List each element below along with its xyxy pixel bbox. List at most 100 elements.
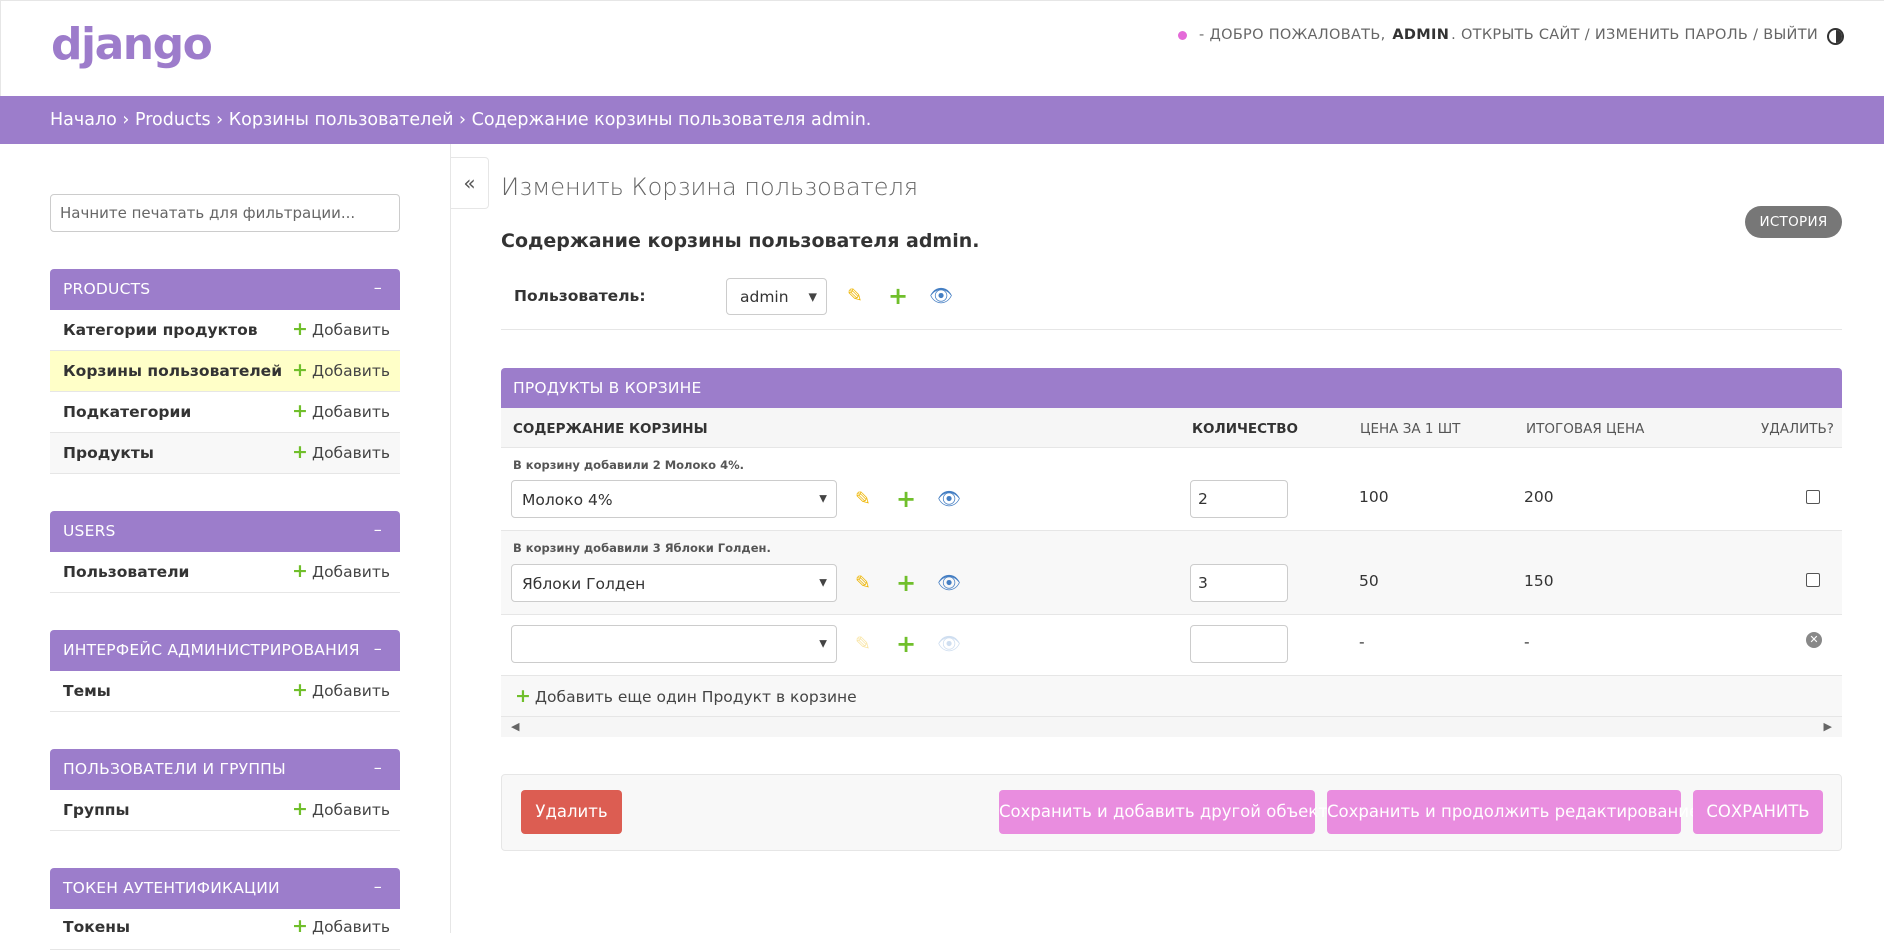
remove-row-icon[interactable]: ✕	[1806, 632, 1822, 648]
eye-icon[interactable]: 👁	[937, 487, 961, 511]
username: ADMIN	[1392, 27, 1450, 43]
module-caption-label: ТОКЕН АУТЕНТИФИКАЦИИ	[63, 879, 280, 897]
column-header: СОДЕРЖАНИЕ КОРЗИНЫ	[513, 421, 708, 437]
breadcrumb-model[interactable]: Корзины пользователей	[229, 110, 454, 130]
product-select[interactable]: ▼	[511, 625, 837, 663]
add-label: Добавить	[311, 682, 390, 700]
chevron-down-icon: ▼	[819, 577, 827, 589]
sidebar-item-label[interactable]: Пользователи	[63, 563, 189, 581]
add-link[interactable]: + Добавить	[292, 320, 390, 340]
breadcrumb-app[interactable]: Products	[135, 110, 211, 130]
chevron-down-icon: ▼	[819, 638, 827, 650]
plus-icon[interactable]: +	[894, 487, 918, 511]
save-continue-button[interactable]: Сохранить и продолжить редактирование	[1327, 790, 1699, 834]
add-another-link[interactable]: Добавить еще один Продукт в корзине	[535, 688, 857, 706]
module-caption-label: USERS	[63, 522, 116, 540]
pencil-icon[interactable]: ✎	[851, 487, 875, 511]
plus-icon: +	[515, 685, 531, 707]
pencil-icon[interactable]: ✎	[851, 571, 875, 595]
sidebar-item-label[interactable]: Подкатегории	[63, 403, 191, 421]
plus-icon: +	[292, 400, 308, 422]
sidebar-item-label[interactable]: Продукты	[63, 444, 154, 462]
collapse-icon[interactable]: –	[374, 639, 382, 658]
delete-checkbox[interactable]	[1806, 573, 1820, 587]
module-caption[interactable]: ПОЛЬЗОВАТЕЛИ И ГРУППЫ –	[50, 749, 400, 790]
inline-group: ПРОДУКТЫ В КОРЗИНЕ СОДЕРЖАНИЕ КОРЗИНЫ КО…	[501, 368, 1842, 737]
add-label: Добавить	[311, 444, 390, 462]
module-caption-label: ИНТЕРФЕЙС АДМИНИСТРИРОВАНИЯ	[63, 641, 360, 659]
column-header: ИТОГОВАЯ ЦЕНА	[1526, 421, 1645, 437]
horizontal-scrollbar[interactable]: ◀ ▶	[501, 717, 1842, 737]
breadcrumb: Начало › Products › Корзины пользователе…	[0, 96, 1884, 144]
eye-icon[interactable]: 👁	[937, 571, 961, 595]
inline-table-header: СОДЕРЖАНИЕ КОРЗИНЫ КОЛИЧЕСТВО ЦЕНА ЗА 1 …	[501, 408, 1842, 448]
add-link[interactable]: + Добавить	[292, 359, 390, 381]
price-cell: 100	[1359, 488, 1389, 506]
user-tools: - ДОБРО ПОЖАЛОВАТЬ, ADMIN. ОТКРЫТЬ САЙТ …	[1178, 27, 1818, 43]
nav-filter-input[interactable]	[50, 194, 400, 232]
scroll-right-icon[interactable]: ▶	[1824, 720, 1832, 733]
breadcrumb-current: Содержание корзины пользователя admin.	[471, 110, 872, 130]
sidebar-item-users: Пользователи + Добавить	[50, 552, 400, 593]
collapse-icon[interactable]: –	[374, 877, 382, 896]
module-caption[interactable]: ТОКЕН АУТЕНТИФИКАЦИИ –	[50, 868, 400, 909]
breadcrumb-separator: ›	[216, 110, 224, 130]
user-select-value: admin	[740, 288, 789, 306]
module-caption[interactable]: ИНТЕРФЕЙС АДМИНИСТРИРОВАНИЯ –	[50, 630, 400, 671]
user-select[interactable]: admin ▼	[726, 278, 827, 315]
table-row: В корзину добавили 2 Молоко 4%. Молоко 4…	[501, 448, 1842, 531]
collapse-icon[interactable]: –	[374, 520, 382, 539]
plus-icon: +	[292, 679, 308, 701]
plus-icon: +	[292, 359, 308, 381]
page-title: Изменить Корзина пользователя	[501, 173, 919, 201]
sidebar-item-products: Продукты + Добавить	[50, 433, 400, 474]
add-another-row[interactable]: + Добавить еще один Продукт в корзине	[501, 676, 1842, 717]
delete-button[interactable]: Удалить	[521, 790, 622, 834]
theme-toggle-icon[interactable]	[1827, 28, 1844, 45]
pencil-icon: ✎	[855, 633, 871, 655]
sidebar-item-label[interactable]: Темы	[63, 682, 111, 700]
breadcrumb-home[interactable]: Начало	[50, 110, 117, 130]
plus-icon: +	[292, 441, 308, 463]
django-logo[interactable]: django	[51, 19, 213, 70]
plus-icon[interactable]: +	[894, 571, 918, 595]
logout-link[interactable]: ВЫЙТИ	[1763, 27, 1818, 43]
add-link[interactable]: + Добавить	[292, 798, 390, 820]
add-label: Добавить	[311, 563, 390, 581]
add-label: Добавить	[311, 918, 390, 936]
eye-icon[interactable]: 👁	[929, 284, 953, 308]
add-link[interactable]: + Добавить	[292, 400, 390, 422]
quantity-input[interactable]: 2	[1190, 480, 1288, 518]
module-caption[interactable]: PRODUCTS –	[50, 269, 400, 310]
add-link[interactable]: + Добавить	[292, 917, 390, 937]
quantity-input[interactable]: 3	[1190, 564, 1288, 602]
plus-icon[interactable]: +	[894, 632, 918, 656]
table-row-empty: ▼ ✎ + 👁 - - ✕	[501, 615, 1842, 676]
collapse-icon[interactable]: –	[374, 758, 382, 777]
save-button[interactable]: СОХРАНИТЬ	[1693, 790, 1823, 834]
sidebar-item-label[interactable]: Токены	[63, 918, 130, 936]
history-button[interactable]: ИСТОРИЯ	[1745, 206, 1842, 238]
save-add-another-button[interactable]: Сохранить и добавить другой объект	[999, 790, 1328, 834]
toggle-sidebar-button[interactable]: «	[451, 157, 489, 209]
sidebar-item-label[interactable]: Группы	[63, 801, 130, 819]
module-caption[interactable]: USERS –	[50, 511, 400, 552]
add-label: Добавить	[311, 403, 390, 421]
view-site-link[interactable]: ОТКРЫТЬ САЙТ	[1461, 27, 1580, 43]
plus-icon[interactable]: +	[886, 284, 910, 308]
plus-icon: +	[292, 798, 308, 820]
sidebar-item-label[interactable]: Корзины пользователей	[63, 362, 282, 380]
pencil-icon[interactable]: ✎	[843, 284, 867, 308]
scroll-left-icon[interactable]: ◀	[511, 720, 519, 733]
delete-checkbox[interactable]	[1806, 490, 1820, 504]
quantity-input[interactable]	[1190, 625, 1288, 663]
add-link[interactable]: + Добавить	[292, 441, 390, 463]
product-select[interactable]: Молоко 4% ▼	[511, 480, 837, 518]
product-select[interactable]: Яблоки Голден ▼	[511, 564, 837, 602]
add-link[interactable]: + Добавить	[292, 679, 390, 701]
collapse-icon[interactable]: –	[374, 278, 382, 297]
sidebar-item-label[interactable]: Категории продуктов	[63, 321, 258, 339]
add-label: Добавить	[311, 801, 390, 819]
change-password-link[interactable]: ИЗМЕНИТЬ ПАРОЛЬ	[1595, 27, 1748, 43]
add-link[interactable]: + Добавить	[292, 562, 390, 582]
